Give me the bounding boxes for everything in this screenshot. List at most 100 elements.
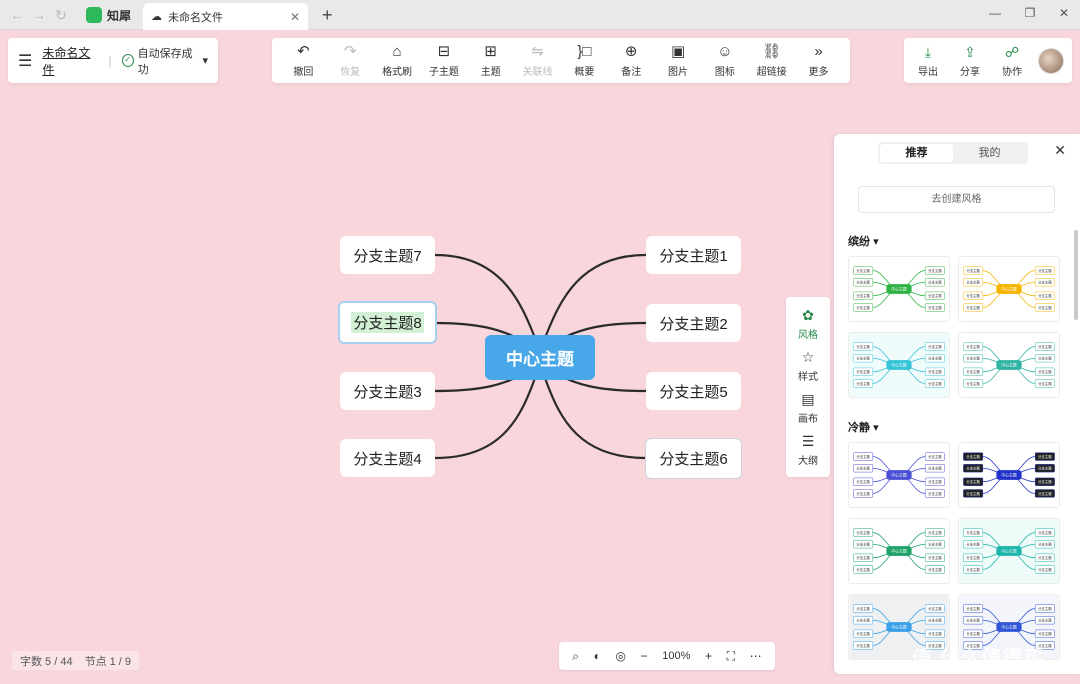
- svg-text:分支主题: 分支主题: [966, 631, 980, 636]
- svg-text:分支主题: 分支主题: [966, 305, 980, 310]
- center-topic-node[interactable]: 中心主题: [485, 335, 595, 380]
- svg-text:分支主题: 分支主题: [966, 567, 980, 572]
- svg-text:分支主题: 分支主题: [928, 381, 942, 386]
- style-icon: ☆: [801, 349, 815, 365]
- svg-text:分支主题: 分支主题: [966, 280, 980, 285]
- svg-text:分支主题: 分支主题: [928, 618, 942, 623]
- style-thumbnail[interactable]: 分支主题 分支主题 分支主题 分支主题 分支主题 分支主题 分支主题 分支主题 中心主题: [958, 256, 1060, 322]
- svg-text:分支主题: 分支主题: [856, 344, 870, 349]
- svg-text:分支主题: 分支主题: [856, 454, 870, 459]
- fit-screen-icon[interactable]: ⛶: [727, 649, 735, 664]
- svg-text:中心主题: 中心主题: [891, 472, 907, 477]
- zoom-in-icon[interactable]: +: [705, 649, 712, 663]
- svg-text:中心主题: 中心主题: [891, 286, 907, 291]
- theme-toggle-icon[interactable]: ◐: [594, 649, 601, 663]
- svg-text:分支主题: 分支主题: [1038, 542, 1052, 547]
- caret-down-icon: ▾: [873, 236, 879, 248]
- svg-text:分支主题: 分支主题: [1038, 567, 1052, 572]
- svg-text:分支主题: 分支主题: [966, 618, 980, 623]
- style-thumbnail[interactable]: 分支主题 分支主题 分支主题 分支主题 分支主题 分支主题 分支主题 分支主题 中心主题: [848, 256, 950, 322]
- dock-style-button[interactable]: ☆ 样式: [798, 349, 818, 383]
- category-calm[interactable]: 冷静 ▾: [848, 419, 879, 435]
- search-icon[interactable]: ⌕: [572, 649, 579, 664]
- svg-text:分支主题: 分支主题: [966, 466, 980, 471]
- branch-label: 分支主题5: [659, 383, 728, 401]
- style-thumbnail[interactable]: 分支主题 分支主题 分支主题 分支主题 分支主题 分支主题 分支主题 分支主题 中心主题: [958, 442, 1060, 508]
- tab-recommended[interactable]: 推荐: [880, 144, 953, 162]
- svg-text:分支主题: 分支主题: [856, 293, 870, 298]
- svg-text:分支主题: 分支主题: [1038, 491, 1052, 496]
- branch-label: 分支主题1: [659, 247, 728, 265]
- svg-text:中心主题: 中心主题: [1001, 472, 1017, 477]
- close-icon[interactable]: ✕: [1054, 142, 1066, 159]
- scrollbar[interactable]: [1074, 230, 1078, 320]
- category-colorful[interactable]: 缤纷 ▾: [848, 233, 879, 249]
- branch-node[interactable]: 分支主题3: [340, 372, 435, 410]
- style-thumbnail[interactable]: 分支主题 分支主题 分支主题 分支主题 分支主题 分支主题 分支主题 分支主题 中心主题: [848, 332, 950, 398]
- svg-text:分支主题: 分支主题: [856, 466, 870, 471]
- palette-icon: ✿: [802, 307, 814, 323]
- svg-text:分支主题: 分支主题: [1038, 606, 1052, 611]
- svg-text:分支主题: 分支主题: [856, 369, 870, 374]
- category-label: 缤纷: [848, 236, 870, 248]
- svg-text:分支主题: 分支主题: [1038, 293, 1052, 298]
- svg-text:分支主题: 分支主题: [1038, 381, 1052, 386]
- node-count: 节点 1 / 9: [84, 655, 132, 668]
- dock-label: 风格: [798, 330, 818, 341]
- svg-text:分支主题: 分支主题: [966, 530, 980, 535]
- zoom-bar: ⌕ ◐ ◎ − 100% + ⛶ ⋯: [559, 642, 775, 670]
- dock-canvas-button[interactable]: ▤ 画布: [798, 391, 818, 425]
- branch-node-selected[interactable]: 分支主题8: [338, 301, 437, 344]
- branch-node[interactable]: 分支主题7: [340, 236, 435, 274]
- svg-text:分支主题: 分支主题: [856, 381, 870, 386]
- svg-text:分支主题: 分支主题: [856, 555, 870, 560]
- tab-mine[interactable]: 我的: [953, 144, 1026, 162]
- watermark: 值 什么值得买: [912, 648, 1045, 670]
- branch-node[interactable]: 分支主题5: [646, 372, 741, 410]
- svg-text:中心主题: 中心主题: [891, 362, 907, 367]
- svg-text:分支主题: 分支主题: [928, 280, 942, 285]
- dock-outline-button[interactable]: ☰ 大纲: [798, 433, 818, 467]
- svg-text:分支主题: 分支主题: [1038, 631, 1052, 636]
- locate-icon[interactable]: ◎: [616, 649, 626, 663]
- svg-text:分支主题: 分支主题: [928, 268, 942, 273]
- branch-label: 分支主题6: [659, 451, 728, 468]
- svg-text:分支主题: 分支主题: [856, 567, 870, 572]
- svg-text:中心主题: 中心主题: [1001, 362, 1017, 367]
- style-thumbnail[interactable]: 分支主题 分支主题 分支主题 分支主题 分支主题 分支主题 分支主题 分支主题 中心主题: [958, 518, 1060, 584]
- zoom-out-icon[interactable]: −: [641, 649, 648, 663]
- create-style-button[interactable]: 去创建风格: [858, 186, 1055, 213]
- svg-text:分支主题: 分支主题: [928, 491, 942, 496]
- branch-node-hover[interactable]: 分支主题6: [645, 438, 742, 479]
- svg-text:分支主题: 分支主题: [928, 542, 942, 547]
- branch-node[interactable]: 分支主题1: [646, 236, 741, 274]
- branch-label: 分支主题3: [353, 383, 422, 401]
- svg-text:分支主题: 分支主题: [966, 369, 980, 374]
- svg-text:分支主题: 分支主题: [966, 344, 980, 349]
- svg-text:分支主题: 分支主题: [928, 466, 942, 471]
- style-thumbnail[interactable]: 分支主题 分支主题 分支主题 分支主题 分支主题 分支主题 分支主题 分支主题 中心主题: [958, 332, 1060, 398]
- style-thumbnail[interactable]: 分支主题 分支主题 分支主题 分支主题 分支主题 分支主题 分支主题 分支主题 中心主题: [848, 518, 950, 584]
- style-thumbnail[interactable]: 分支主题 分支主题 分支主题 分支主题 分支主题 分支主题 分支主题 分支主题 中心主题: [848, 442, 950, 508]
- center-topic-label: 中心主题: [506, 350, 574, 369]
- svg-text:分支主题: 分支主题: [928, 479, 942, 484]
- connector-branch-7: [434, 253, 537, 339]
- branch-label: 分支主题7: [353, 247, 422, 265]
- svg-text:分支主题: 分支主题: [1038, 466, 1052, 471]
- svg-text:分支主题: 分支主题: [856, 631, 870, 636]
- svg-text:分支主题: 分支主题: [856, 479, 870, 484]
- side-dock: ✿ 风格 ☆ 样式 ▤ 画布 ☰ 大纲: [786, 297, 830, 477]
- dock-palette-button[interactable]: ✿ 风格: [798, 307, 818, 341]
- svg-text:分支主题: 分支主题: [1038, 305, 1052, 310]
- svg-text:分支主题: 分支主题: [1038, 369, 1052, 374]
- more-options-icon[interactable]: ⋯: [750, 649, 762, 663]
- svg-text:分支主题: 分支主题: [928, 454, 942, 459]
- svg-text:分支主题: 分支主题: [966, 293, 980, 298]
- dock-label: 样式: [798, 372, 818, 383]
- branch-node[interactable]: 分支主题4: [340, 439, 435, 477]
- svg-text:中心主题: 中心主题: [891, 624, 907, 629]
- svg-text:分支主题: 分支主题: [928, 356, 942, 361]
- canvas-icon: ▤: [801, 391, 815, 407]
- branch-node[interactable]: 分支主题2: [646, 304, 741, 342]
- svg-text:分支主题: 分支主题: [1038, 530, 1052, 535]
